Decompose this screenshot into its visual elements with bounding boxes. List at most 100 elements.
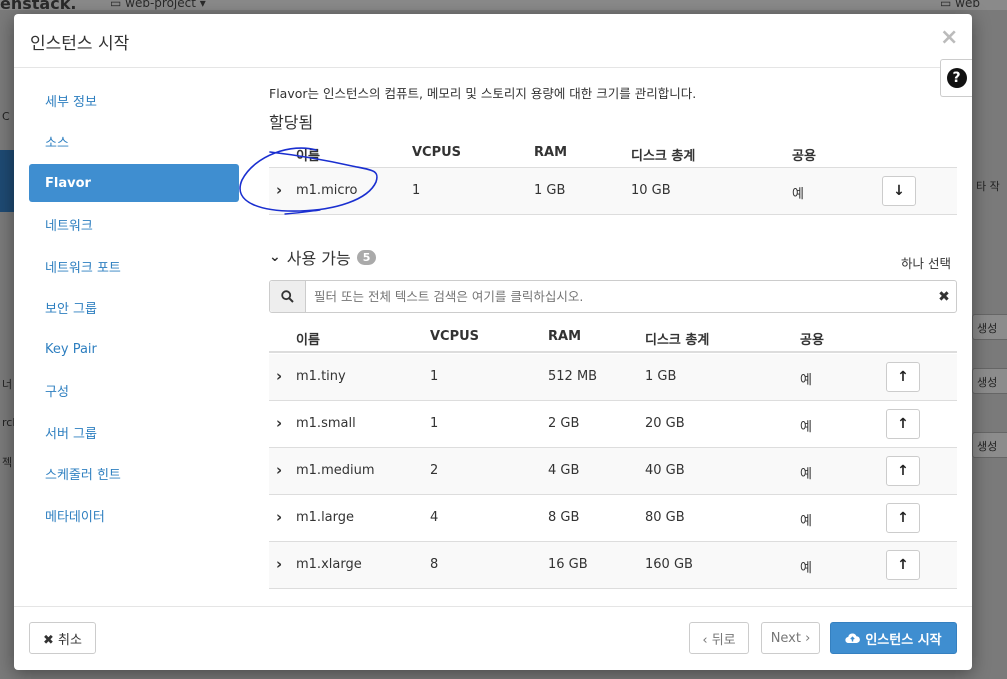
flavor-name: m1.medium bbox=[296, 463, 375, 478]
flavor-public: 예 bbox=[800, 420, 812, 435]
background-logo: enstack. bbox=[0, 0, 77, 13]
sidebar-item-details[interactable]: 세부 정보 bbox=[29, 81, 239, 119]
sidebar-item-flavor[interactable]: Flavor bbox=[29, 164, 239, 202]
flavor-disk: 160 GB bbox=[645, 557, 693, 572]
allocate-button[interactable]: ↑ bbox=[886, 362, 920, 392]
flavor-disk: 20 GB bbox=[645, 416, 685, 431]
sidebar-item-configuration[interactable]: 구성 bbox=[29, 372, 239, 410]
column-vcpus[interactable]: VCPUS bbox=[412, 145, 461, 160]
flavor-public: 예 bbox=[792, 187, 804, 202]
arrow-up-icon: ↑ bbox=[897, 463, 909, 479]
flavor-name: m1.xlarge bbox=[296, 557, 362, 572]
background-left-text: C bbox=[2, 110, 10, 123]
flavor-ram: 4 GB bbox=[548, 463, 580, 478]
cancel-button[interactable]: ✖ 취소 bbox=[29, 622, 96, 654]
sidebar-item-network[interactable]: 네트워크 bbox=[29, 206, 239, 244]
flavor-vcpus: 1 bbox=[430, 416, 439, 431]
allocate-button[interactable]: ↑ bbox=[886, 456, 920, 486]
flavor-disk: 10 GB bbox=[631, 183, 671, 198]
allocate-button[interactable]: ↑ bbox=[886, 503, 920, 533]
launch-instance-modal: 인스턴스 시작 × ? 세부 정보 소스 Flavor 네트워크 네트워크 포트… bbox=[14, 14, 972, 670]
arrow-up-icon: ↑ bbox=[897, 510, 909, 526]
flavor-public: 예 bbox=[800, 373, 812, 388]
flavor-name: m1.tiny bbox=[296, 369, 346, 384]
flavor-vcpus: 1 bbox=[412, 183, 421, 198]
filter-search: ✖ bbox=[269, 280, 957, 313]
column-ram[interactable]: RAM bbox=[534, 145, 567, 160]
available-row: › m1.medium 2 4 GB 40 GB 예 ↑ bbox=[269, 448, 957, 495]
help-button[interactable]: ? bbox=[940, 59, 972, 97]
column-public[interactable]: 공용 bbox=[792, 145, 816, 164]
column-ram[interactable]: RAM bbox=[548, 329, 581, 344]
launch-instance-button[interactable]: 인스턴스 시작 bbox=[830, 622, 957, 654]
available-count-badge: 5 bbox=[356, 249, 377, 265]
chevron-right-icon[interactable]: › bbox=[276, 181, 282, 199]
close-icon[interactable]: × bbox=[940, 25, 958, 50]
flavor-vcpus: 1 bbox=[430, 369, 439, 384]
sidebar-item-metadata[interactable]: 메타데이터 bbox=[29, 496, 239, 534]
available-row: › m1.tiny 1 512 MB 1 GB 예 ↑ bbox=[269, 354, 957, 401]
chevron-right-icon[interactable]: › bbox=[276, 555, 282, 573]
search-addon bbox=[270, 281, 306, 312]
flavor-disk: 40 GB bbox=[645, 463, 685, 478]
chevron-right-icon[interactable]: › bbox=[276, 461, 282, 479]
flavor-ram: 16 GB bbox=[548, 557, 588, 572]
flavor-ram: 8 GB bbox=[548, 510, 580, 525]
deallocate-button[interactable]: ↓ bbox=[882, 176, 916, 206]
flavor-disk: 80 GB bbox=[645, 510, 685, 525]
available-heading[interactable]: ⌄ 사용 가능 5 bbox=[269, 245, 377, 269]
available-row: › m1.large 4 8 GB 80 GB 예 ↑ bbox=[269, 495, 957, 542]
available-row: › m1.xlarge 8 16 GB 160 GB 예 ↑ bbox=[269, 542, 957, 589]
flavor-public: 예 bbox=[800, 514, 812, 529]
arrow-up-icon: ↑ bbox=[897, 369, 909, 385]
modal-title: 인스턴스 시작 bbox=[30, 34, 130, 54]
wizard-sidebar: 세부 정보 소스 Flavor 네트워크 네트워크 포트 보안 그룹 Key P… bbox=[29, 81, 239, 538]
column-disk[interactable]: 디스크 총계 bbox=[631, 145, 695, 164]
select-one-hint: 하나 선택 bbox=[901, 256, 951, 271]
flavor-ram: 2 GB bbox=[548, 416, 580, 431]
available-table-header: 이름 VCPUS RAM 디스크 총계 공용 bbox=[269, 319, 957, 353]
search-input[interactable] bbox=[306, 281, 932, 312]
allocate-button[interactable]: ↑ bbox=[886, 550, 920, 580]
launch-instance-label: 인스턴스 시작 bbox=[865, 632, 942, 648]
sidebar-item-source[interactable]: 소스 bbox=[29, 123, 239, 161]
column-public[interactable]: 공용 bbox=[800, 329, 824, 348]
sidebar-item-security-groups[interactable]: 보안 그룹 bbox=[29, 289, 239, 327]
column-vcpus[interactable]: VCPUS bbox=[430, 329, 479, 344]
chevron-down-icon: ⌄ bbox=[269, 249, 281, 265]
arrow-up-icon: ↑ bbox=[897, 557, 909, 573]
column-name[interactable]: 이름 bbox=[296, 145, 320, 164]
flavor-name: m1.micro bbox=[296, 183, 358, 198]
arrow-down-icon: ↓ bbox=[893, 183, 905, 199]
column-name[interactable]: 이름 bbox=[296, 329, 320, 348]
chevron-right-icon[interactable]: › bbox=[276, 367, 282, 385]
background-left-text: 너 bbox=[2, 378, 13, 391]
flavor-name: m1.small bbox=[296, 416, 356, 431]
arrow-up-icon: ↑ bbox=[897, 416, 909, 432]
search-icon bbox=[281, 290, 294, 303]
background-project-selector: ▭ web-project ▾ bbox=[110, 0, 206, 10]
next-button[interactable]: Next › bbox=[761, 622, 820, 654]
flavor-vcpus: 8 bbox=[430, 557, 439, 572]
flavor-vcpus: 2 bbox=[430, 463, 439, 478]
sidebar-item-network-ports[interactable]: 네트워크 포트 bbox=[29, 247, 239, 285]
back-button[interactable]: ‹ 뒤로 bbox=[689, 622, 749, 654]
chevron-right-icon[interactable]: › bbox=[276, 508, 282, 526]
allocate-button[interactable]: ↑ bbox=[886, 409, 920, 439]
column-disk[interactable]: 디스크 총계 bbox=[645, 329, 709, 348]
flavor-disk: 1 GB bbox=[645, 369, 677, 384]
available-title: 사용 가능 bbox=[286, 249, 351, 268]
clear-search-icon[interactable]: ✖ bbox=[932, 289, 956, 305]
background-create-button: 생성 bbox=[972, 368, 1007, 394]
modal-header: 인스턴스 시작 × bbox=[14, 14, 972, 68]
question-icon: ? bbox=[946, 68, 967, 88]
background-left-bar bbox=[0, 150, 14, 212]
chevron-right-icon[interactable]: › bbox=[276, 414, 282, 432]
sidebar-item-key-pair[interactable]: Key Pair bbox=[29, 330, 239, 368]
flavor-ram: 512 MB bbox=[548, 369, 598, 384]
sidebar-item-scheduler-hints[interactable]: 스케줄러 힌트 bbox=[29, 455, 239, 493]
background-create-button: 생성 bbox=[972, 314, 1007, 340]
background-right-text: 타 작 bbox=[976, 180, 1000, 193]
sidebar-item-server-groups[interactable]: 서버 그룹 bbox=[29, 413, 239, 451]
flavor-name: m1.large bbox=[296, 510, 355, 525]
